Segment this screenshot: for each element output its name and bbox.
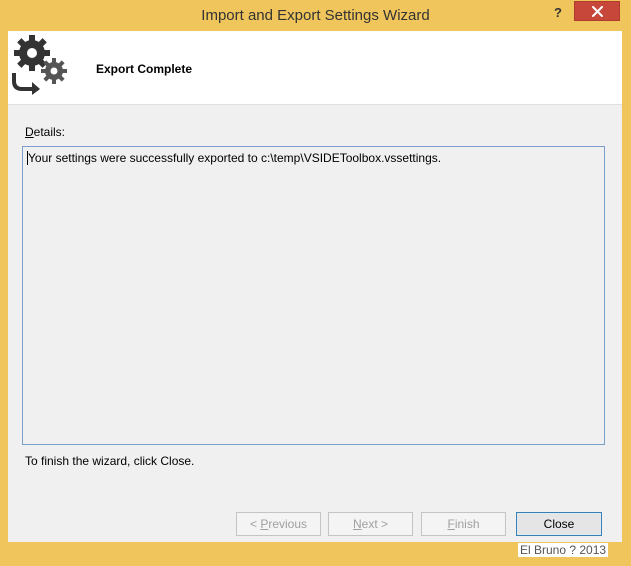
next-button-rest: ext >	[361, 517, 389, 531]
details-label-mnemonic: D	[25, 125, 34, 139]
finish-button[interactable]: Finish	[421, 512, 506, 536]
window-title: Import and Export Settings Wizard	[201, 7, 430, 24]
previous-button-prefix: <	[249, 517, 261, 531]
watermark-text: El Bruno ? 2013	[518, 543, 609, 557]
details-label-rest: etails:	[33, 125, 66, 139]
previous-button-rest: revious	[268, 517, 308, 531]
wizard-content: Export Complete Details: Your settings w…	[8, 31, 622, 542]
next-button[interactable]: Next >	[328, 512, 413, 536]
page-title: Export Complete	[96, 62, 193, 76]
finish-button-rest: inish	[454, 517, 480, 531]
help-button[interactable]: ?	[543, 2, 573, 24]
close-button[interactable]: Close	[516, 512, 602, 536]
details-text: Your settings were successfully exported…	[28, 151, 442, 165]
previous-button[interactable]: < Previous	[236, 512, 321, 536]
window-close-button[interactable]	[574, 1, 620, 21]
details-textbox[interactable]: Your settings were successfully exported…	[22, 146, 605, 445]
finish-hint: To finish the wizard, click Close.	[25, 454, 195, 468]
close-icon	[591, 6, 603, 17]
next-button-mnemonic: N	[352, 517, 362, 531]
wizard-banner: Export Complete	[8, 31, 622, 105]
wizard-window: Import and Export Settings Wizard ? Expo…	[0, 0, 631, 566]
details-label: Details:	[25, 125, 65, 139]
finish-button-mnemonic: F	[447, 517, 455, 531]
gears-arrow-icon	[12, 35, 67, 95]
title-bar[interactable]: Import and Export Settings Wizard ?	[0, 0, 631, 31]
